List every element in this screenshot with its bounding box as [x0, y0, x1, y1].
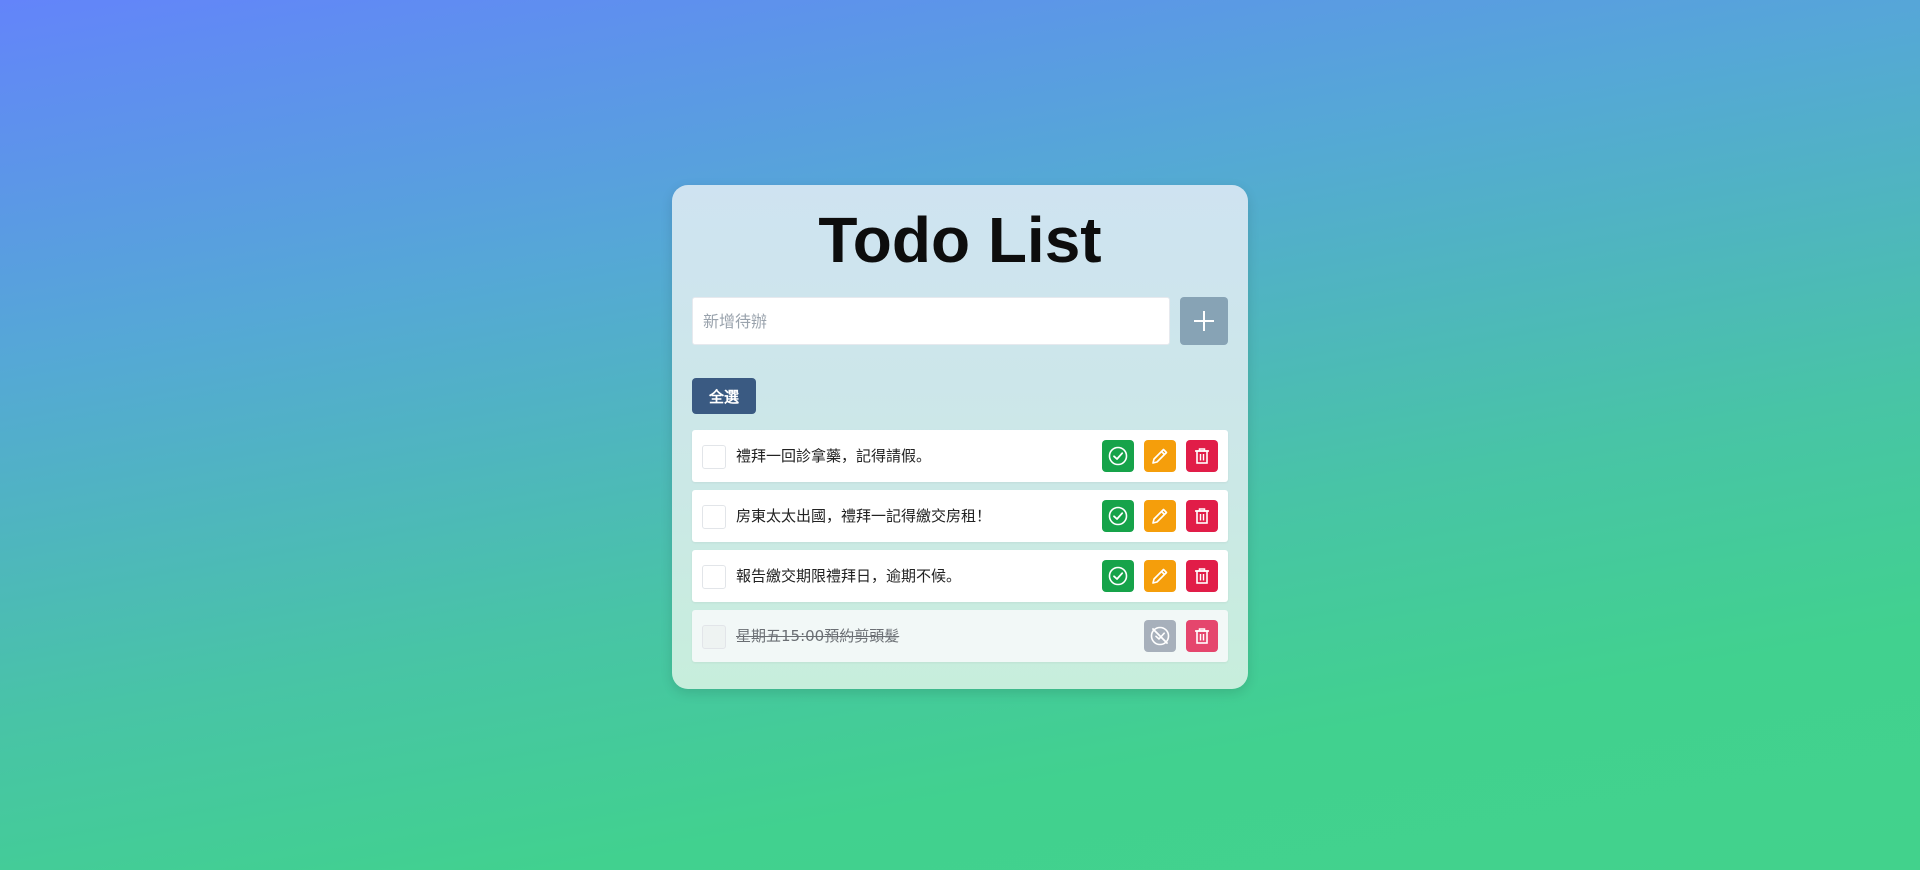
todo-checkbox[interactable] — [702, 625, 726, 649]
todo-text: 禮拜一回診拿藥，記得請假。 — [736, 447, 932, 465]
todo-card: Todo List 全選 禮拜一回診拿藥，記得請假。 — [672, 185, 1248, 689]
todo-text: 房東太太出國，禮拜一記得繳交房租！ — [736, 507, 992, 525]
complete-button[interactable] — [1102, 440, 1134, 472]
pencil-icon — [1152, 508, 1168, 524]
plus-icon — [1194, 311, 1214, 331]
trash-icon — [1195, 448, 1209, 464]
complete-button[interactable] — [1102, 500, 1134, 532]
pencil-icon — [1152, 568, 1168, 584]
todo-item-completed: 星期五15:00預約剪頭髮 — [692, 610, 1228, 662]
trash-icon — [1195, 508, 1209, 524]
edit-button[interactable] — [1144, 440, 1176, 472]
todo-input[interactable] — [692, 297, 1170, 345]
select-all-button[interactable]: 全選 — [692, 378, 756, 414]
pencil-icon — [1152, 448, 1168, 464]
todo-text: 星期五15:00預約剪頭髮 — [736, 627, 900, 645]
unchecked-circle-icon — [1150, 626, 1170, 646]
todo-checkbox[interactable] — [702, 565, 726, 589]
edit-button[interactable] — [1144, 500, 1176, 532]
check-circle-icon — [1108, 506, 1128, 526]
edit-button[interactable] — [1144, 560, 1176, 592]
add-button[interactable] — [1180, 297, 1228, 345]
trash-icon — [1195, 628, 1209, 644]
check-circle-icon — [1108, 566, 1128, 586]
todo-item: 房東太太出國，禮拜一記得繳交房租！ — [692, 490, 1228, 542]
todo-item: 禮拜一回診拿藥，記得請假。 — [692, 430, 1228, 482]
todo-checkbox[interactable] — [702, 445, 726, 469]
delete-button[interactable] — [1186, 500, 1218, 532]
todo-list: 禮拜一回診拿藥，記得請假。 房東太太出國，禮拜一記得繳交房租！ 報告繳交期限禮拜… — [692, 430, 1228, 670]
todo-item: 報告繳交期限禮拜日，逾期不候。 — [692, 550, 1228, 602]
delete-button[interactable] — [1186, 560, 1218, 592]
todo-checkbox[interactable] — [702, 505, 726, 529]
todo-text: 報告繳交期限禮拜日，逾期不候。 — [736, 567, 962, 585]
page-title: Todo List — [818, 204, 1102, 276]
check-circle-icon — [1108, 446, 1128, 466]
complete-button[interactable] — [1102, 560, 1134, 592]
undo-complete-button[interactable] — [1144, 620, 1176, 652]
trash-icon — [1195, 568, 1209, 584]
delete-button[interactable] — [1186, 620, 1218, 652]
delete-button[interactable] — [1186, 440, 1218, 472]
add-todo-row — [692, 297, 1228, 345]
